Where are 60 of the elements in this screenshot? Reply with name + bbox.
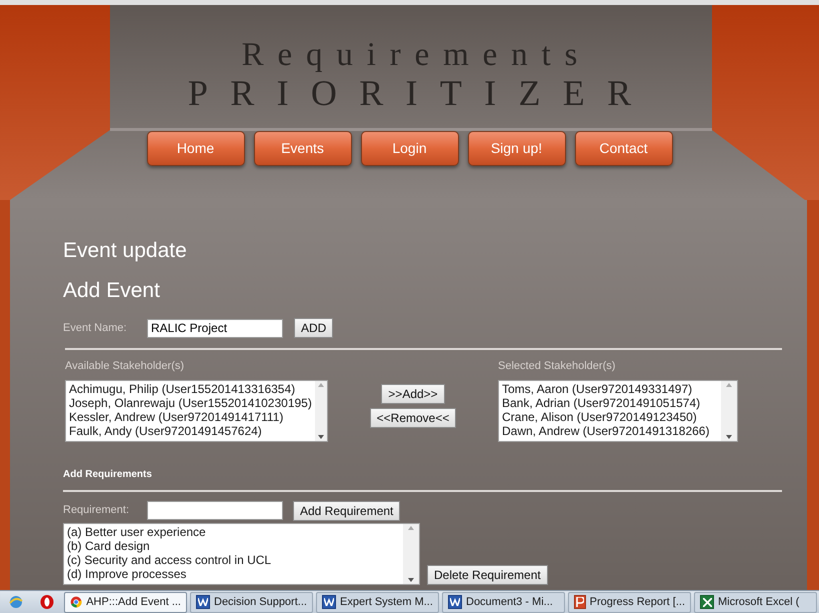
taskbar-button[interactable]: Expert System M... [316,592,439,612]
section-heading: Add Event [63,278,161,304]
add-requirement-button[interactable]: Add Requirement [293,500,400,520]
taskbar-label: Expert System M... [340,594,433,610]
field-label: Event Name: [63,320,128,336]
list-option[interactable]: Faulk, Andy (User97201491457624) [69,424,312,438]
list-option[interactable]: Crane, Alison (User9720149123450) [502,410,718,424]
word-document-icon [196,595,210,609]
scroll-down-icon[interactable] [318,434,324,438]
list-option[interactable]: (c) Security and access control in UCL [67,552,400,566]
list-option[interactable]: Bank, Adrian (User97201491051574) [502,396,718,410]
taskbar-button[interactable]: Progress Report [... [568,592,691,612]
delete-requirement-button[interactable]: Delete Requirement [427,564,548,584]
taskbar-button[interactable]: AHP:::Add Event ... [64,592,187,612]
scroll-up-icon[interactable] [726,382,732,386]
globe-icon[interactable] [8,594,24,610]
requirement-field[interactable] [147,501,283,520]
list-option[interactable]: (b) Card design [67,538,400,552]
taskbar-label: Progress Report [... [590,594,685,610]
scroll-down-icon[interactable] [408,578,414,582]
list-label: Available Stakeholder(s) [65,359,186,374]
scrollbar[interactable] [403,524,419,584]
event-name-field[interactable]: RALIC Project [147,318,283,338]
presentation-icon [574,595,586,609]
scroll-down-icon[interactable] [726,434,732,438]
taskbar-label: Decision Support... [214,594,307,610]
remove-stakeholder-button[interactable]: <<Remove<< [370,408,456,428]
scrollbar[interactable] [314,380,327,440]
spreadsheet-icon [700,595,714,609]
site-title: PRIORITIZER [186,73,654,113]
list-label: Selected Stakeholder(s) [498,359,616,374]
list-box[interactable]: Achimugu, Philip (User155201413316354) Joseph, Olanrewaju (User155201410230195) Kessler, Andrew (User97201491417111) Faulk, Andy (User97201491457624) [65,380,328,442]
list-option[interactable]: Kessler, Andrew (User97201491417111) [69,410,312,424]
taskbar-label: Microsoft Excel ( [718,594,800,610]
chrome-icon [70,595,82,609]
taskbar-label: AHP:::Add Event ... [86,594,181,610]
site-title: Requirements [240,37,592,73]
list-option[interactable]: (a) Better user experience [67,524,400,538]
list-option[interactable]: Toms, Aaron (User9720149331497) [502,382,718,396]
ring-icon[interactable] [39,594,55,610]
list-option[interactable]: (d) Improve processes [67,566,400,580]
word-document-icon [322,595,336,609]
list-box[interactable]: (a) Better user experience (b) Card design (c) Security and access control in UCL (d) Improve processes [63,522,420,584]
list-option[interactable]: Dawn, Andrew (User97201491318266) [502,424,718,438]
scroll-up-icon[interactable] [408,526,414,530]
list-option[interactable]: Joseph, Olanrewaju (User155201410230195) [69,396,312,410]
add-stakeholder-button[interactable]: >>Add>> [381,384,445,404]
field-label: Requirement: [63,503,130,518]
taskbar-label: Document3 - Mi... [466,594,553,610]
taskbar-button[interactable]: Decision Support... [190,592,313,612]
list-box[interactable]: Toms, Aaron (User9720149331497) Bank, Adrian (User97201491051574) Crane, Alison (User9720149123450) Dawn, Andrew (User97201491318266) [498,380,738,442]
page-heading: Event update [63,238,188,264]
scroll-up-icon[interactable] [318,382,324,386]
word-document-icon [448,595,462,609]
section-heading: Add Requirements [63,468,153,482]
add-button[interactable]: ADD [294,318,334,338]
taskbar-button[interactable]: Microsoft Excel ( [694,592,817,612]
list-option[interactable]: Achimugu, Philip (User155201413316354) [69,382,312,396]
taskbar-button[interactable]: Document3 - Mi... [442,592,565,612]
scrollbar[interactable] [721,380,737,440]
